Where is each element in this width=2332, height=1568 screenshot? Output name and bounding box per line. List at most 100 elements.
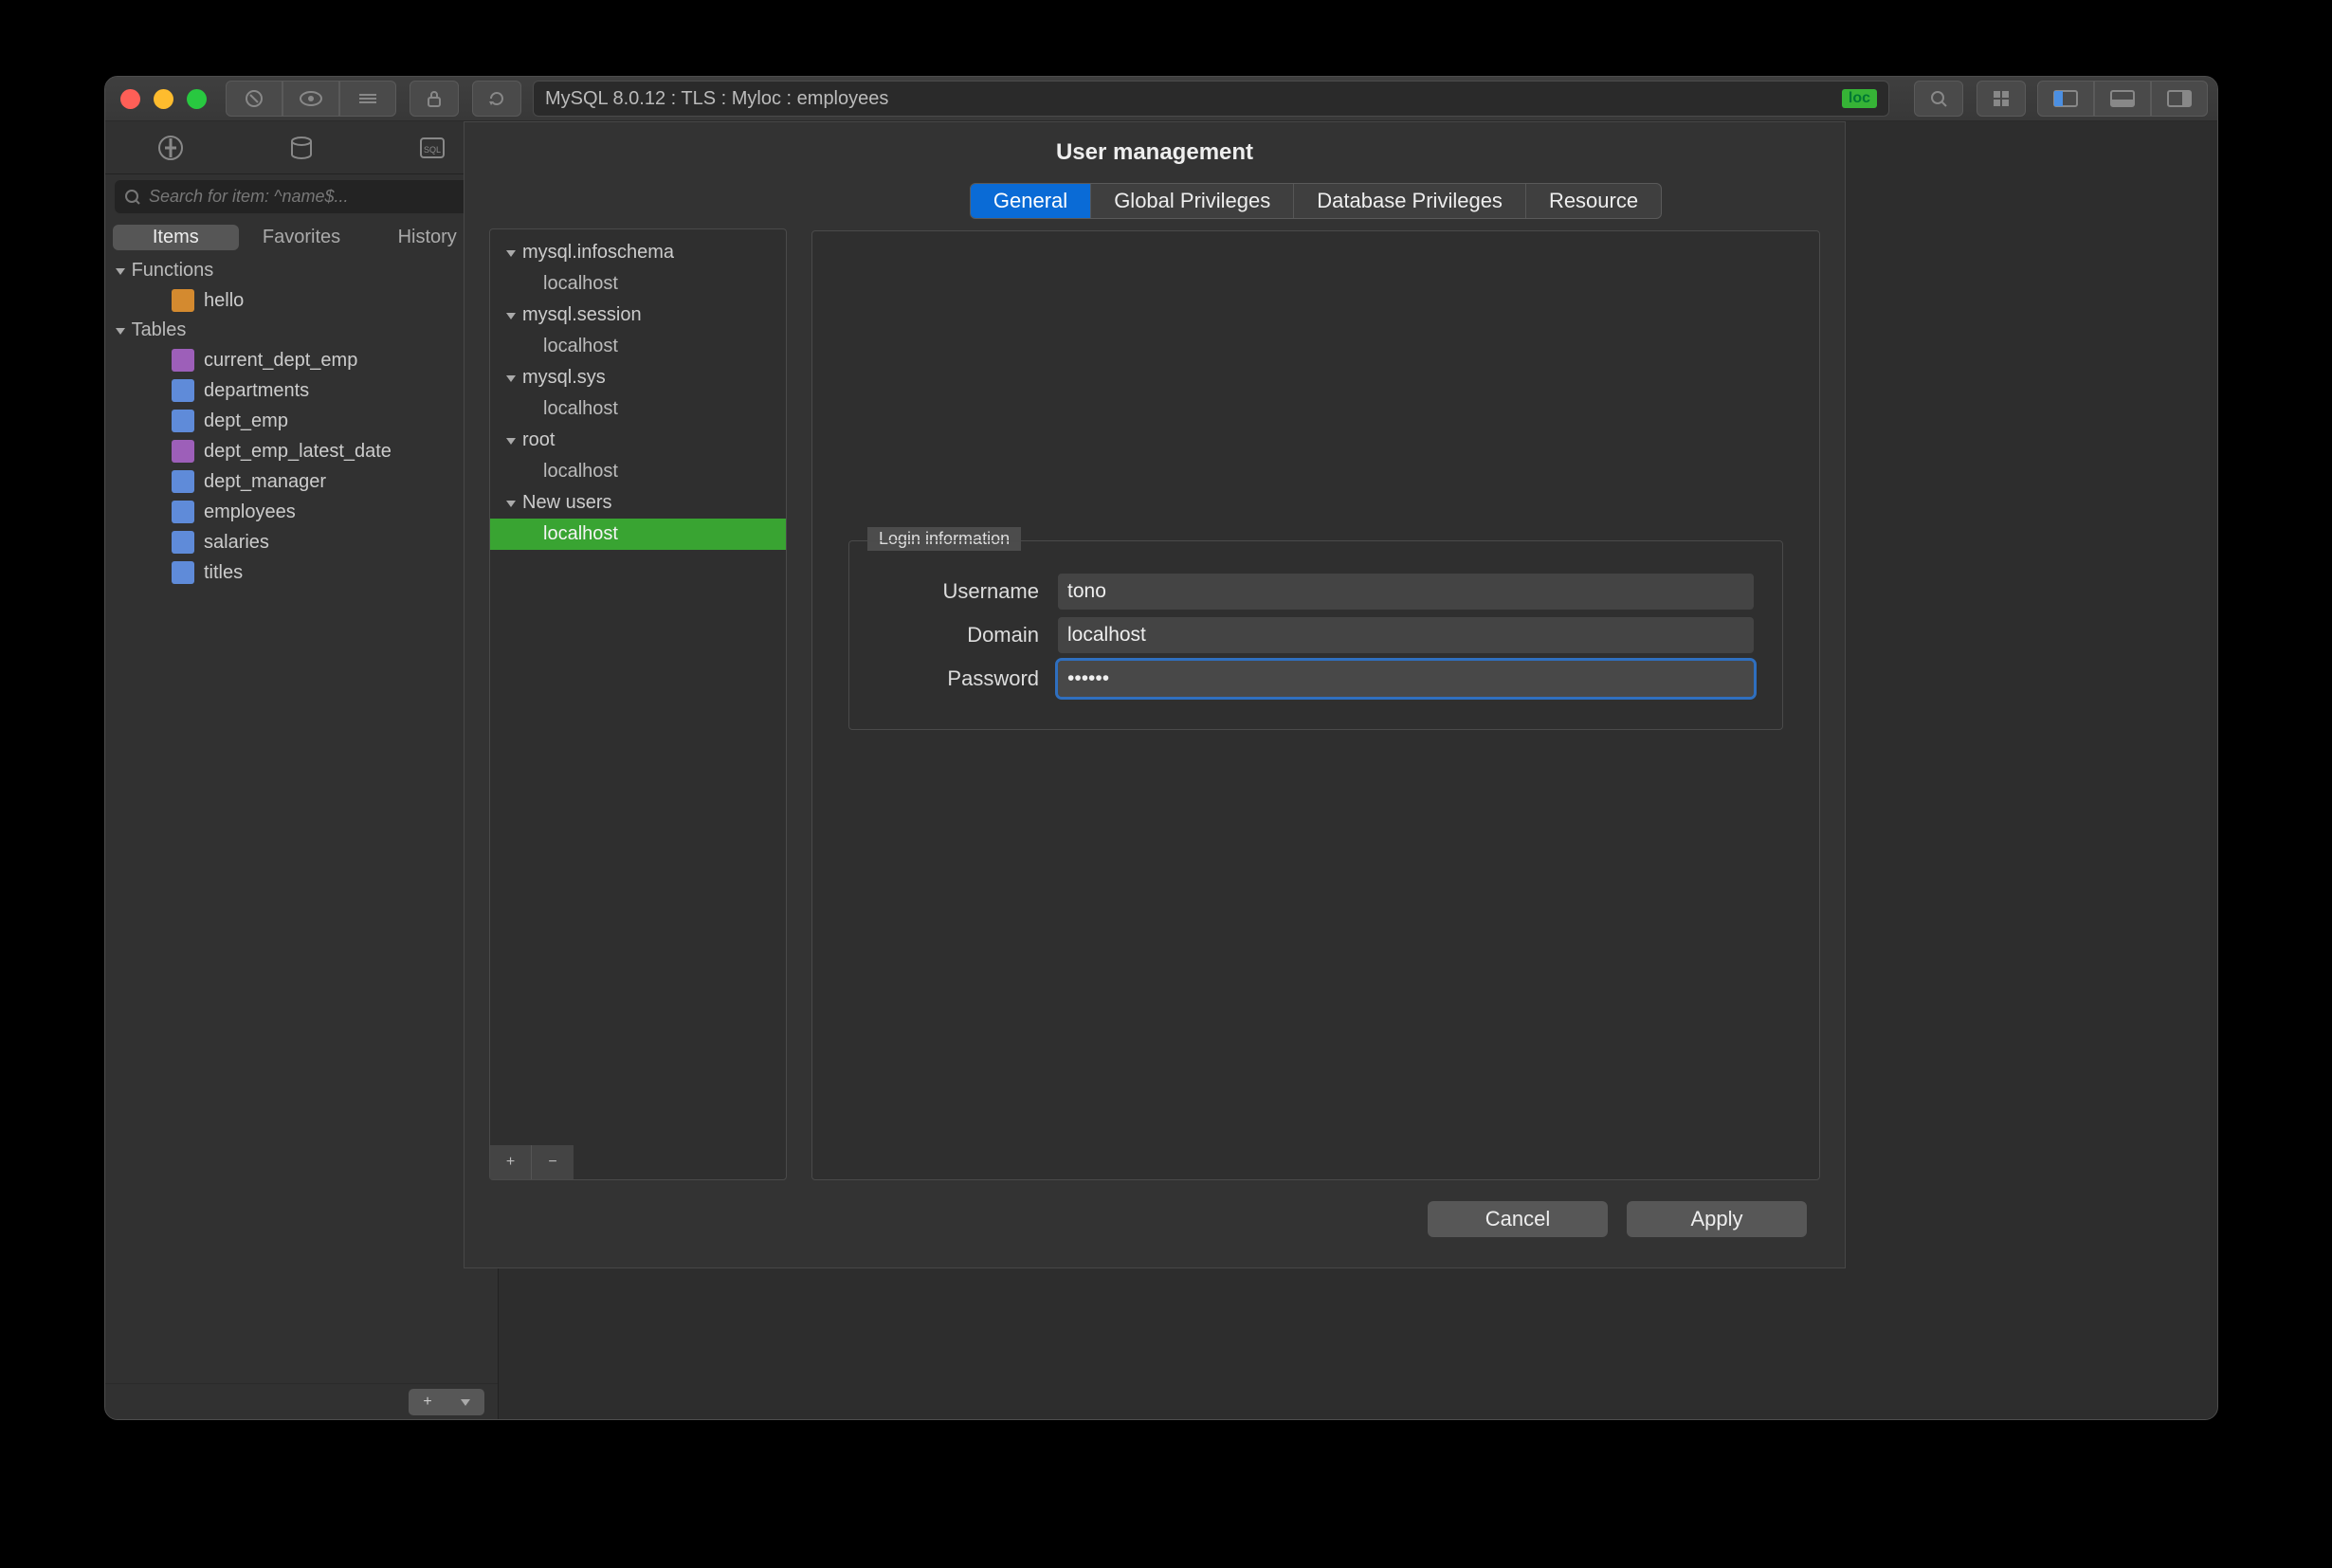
subtab-favorites[interactable]: Favorites bbox=[239, 225, 365, 250]
connection-bar[interactable]: MySQL 8.0.12 : TLS : Myloc : employees l… bbox=[533, 81, 1889, 117]
options-button[interactable] bbox=[339, 81, 396, 117]
sidebar-sql-icon[interactable]: SQL bbox=[413, 129, 451, 167]
tree-item-dept_emp[interactable]: dept_emp bbox=[105, 406, 498, 436]
layout-left-button[interactable] bbox=[2037, 81, 2094, 117]
titlebar: MySQL 8.0.12 : TLS : Myloc : employees l… bbox=[105, 77, 2217, 121]
tab-resource[interactable]: Resource bbox=[1526, 184, 1661, 218]
connection-string: MySQL 8.0.12 : TLS : Myloc : employees bbox=[545, 88, 888, 110]
window-controls bbox=[120, 89, 207, 109]
password-label: Password bbox=[878, 666, 1058, 691]
subtab-items[interactable]: Items bbox=[113, 225, 239, 250]
main-area: User management mysql.infoschemalocalhos… bbox=[499, 121, 2217, 1419]
user-group-New-users[interactable]: New users bbox=[490, 487, 786, 519]
tree-item-label: dept_emp bbox=[204, 410, 288, 432]
sidebar-connection-icon[interactable] bbox=[152, 129, 190, 167]
tree-item-departments[interactable]: departments bbox=[105, 375, 498, 406]
tree-item-label: departments bbox=[204, 380, 309, 402]
layout-toggle-group bbox=[2037, 81, 2208, 117]
tree-item-dept_emp_latest_date[interactable]: dept_emp_latest_date bbox=[105, 436, 498, 466]
table-icon bbox=[172, 410, 194, 432]
tree-item-dept_manager[interactable]: dept_manager bbox=[105, 466, 498, 497]
users-tree: mysql.infoschemalocalhostmysql.sessionlo… bbox=[490, 229, 786, 1145]
domain-label: Domain bbox=[878, 623, 1058, 647]
sidebar: SQL Search for item: ^name$... Items Fav… bbox=[105, 121, 499, 1419]
search-button[interactable] bbox=[1914, 81, 1963, 117]
sidebar-footer: + bbox=[105, 1383, 498, 1419]
sidebar-tabs: SQL bbox=[105, 121, 498, 174]
chevron-down-icon bbox=[505, 310, 517, 321]
minimize-window-icon[interactable] bbox=[154, 89, 173, 109]
close-window-icon[interactable] bbox=[120, 89, 140, 109]
chevron-down-icon bbox=[505, 498, 517, 509]
view-button[interactable] bbox=[282, 81, 339, 117]
lock-button[interactable] bbox=[410, 81, 459, 117]
user-group-root[interactable]: root bbox=[490, 425, 786, 456]
user-host-item[interactable]: localhost bbox=[490, 331, 786, 362]
user-host-item[interactable]: localhost bbox=[490, 393, 786, 425]
sidebar-database-icon[interactable] bbox=[282, 129, 320, 167]
sidebar-dropdown-button[interactable] bbox=[446, 1389, 484, 1415]
search-input[interactable]: Search for item: ^name$... bbox=[115, 180, 488, 213]
grid-button[interactable] bbox=[1977, 81, 2026, 117]
chevron-down-icon bbox=[505, 247, 517, 259]
table-icon bbox=[172, 561, 194, 584]
tree-item-salaries[interactable]: salaries bbox=[105, 527, 498, 557]
cancel-button[interactable]: Cancel bbox=[1428, 1201, 1608, 1237]
search-placeholder: Search for item: ^name$... bbox=[149, 187, 349, 207]
tree-group-functions[interactable]: Functions bbox=[105, 256, 498, 285]
user-group-label: mysql.infoschema bbox=[522, 242, 674, 264]
tree-item-titles[interactable]: titles bbox=[105, 557, 498, 588]
add-user-button[interactable]: + bbox=[490, 1145, 532, 1179]
loc-badge: loc bbox=[1842, 89, 1877, 108]
tab-database-privileges[interactable]: Database Privileges bbox=[1294, 184, 1526, 218]
user-group-label: New users bbox=[522, 492, 611, 514]
tree-group-tables[interactable]: Tables bbox=[105, 316, 498, 345]
function-icon bbox=[172, 289, 194, 312]
tree-item-label: current_dept_emp bbox=[204, 350, 357, 372]
tab-general[interactable]: General bbox=[971, 184, 1091, 218]
stop-button[interactable] bbox=[226, 81, 282, 117]
apply-button[interactable]: Apply bbox=[1627, 1201, 1807, 1237]
table-icon bbox=[172, 470, 194, 493]
tab-global-privileges[interactable]: Global Privileges bbox=[1091, 184, 1294, 218]
user-host-item[interactable]: localhost bbox=[490, 456, 786, 487]
tree-item-label: titles bbox=[204, 562, 243, 584]
user-host-item[interactable]: localhost bbox=[490, 519, 786, 550]
user-group-label: root bbox=[522, 429, 555, 451]
tree-group-tables-label: Tables bbox=[132, 319, 187, 341]
view-icon bbox=[172, 349, 194, 372]
tree-item-label: employees bbox=[204, 501, 296, 523]
remove-user-button[interactable]: − bbox=[532, 1145, 574, 1179]
username-label: Username bbox=[878, 579, 1058, 604]
table-icon bbox=[172, 379, 194, 402]
domain-input[interactable] bbox=[1058, 617, 1754, 653]
add-sidebar-button[interactable]: + bbox=[409, 1389, 446, 1415]
password-input[interactable] bbox=[1058, 661, 1754, 697]
zoom-window-icon[interactable] bbox=[187, 89, 207, 109]
chevron-down-icon bbox=[505, 435, 517, 447]
window-body: SQL Search for item: ^name$... Items Fav… bbox=[105, 121, 2217, 1419]
tree-item-label: dept_emp_latest_date bbox=[204, 441, 392, 463]
user-group-mysql-sys[interactable]: mysql.sys bbox=[490, 362, 786, 393]
view-icon bbox=[172, 440, 194, 463]
tree-item-label: salaries bbox=[204, 532, 269, 554]
login-fieldset: Username Domain Password bbox=[848, 540, 1783, 730]
user-group-mysql-infoschema[interactable]: mysql.infoschema bbox=[490, 237, 786, 268]
table-icon bbox=[172, 531, 194, 554]
user-group-mysql-session[interactable]: mysql.session bbox=[490, 300, 786, 331]
table-icon bbox=[172, 501, 194, 523]
tree-item-hello[interactable]: hello bbox=[105, 285, 498, 316]
user-host-item[interactable]: localhost bbox=[490, 268, 786, 300]
toolbar-group-1 bbox=[226, 81, 396, 117]
users-panel: mysql.infoschemalocalhostmysql.sessionlo… bbox=[489, 228, 787, 1180]
svg-text:SQL: SQL bbox=[424, 145, 441, 155]
layout-right-button[interactable] bbox=[2151, 81, 2208, 117]
layout-bottom-button[interactable] bbox=[2094, 81, 2151, 117]
username-input[interactable] bbox=[1058, 574, 1754, 610]
tree-item-employees[interactable]: employees bbox=[105, 497, 498, 527]
user-management-dialog: User management mysql.infoschemalocalhos… bbox=[464, 121, 1846, 1268]
refresh-button[interactable] bbox=[472, 81, 521, 117]
form-wrap: Login information Username Domain bbox=[811, 230, 1820, 1180]
tree-item-current_dept_emp[interactable]: current_dept_emp bbox=[105, 345, 498, 375]
tab-segmented-control: General Global Privileges Database Privi… bbox=[970, 183, 1662, 219]
